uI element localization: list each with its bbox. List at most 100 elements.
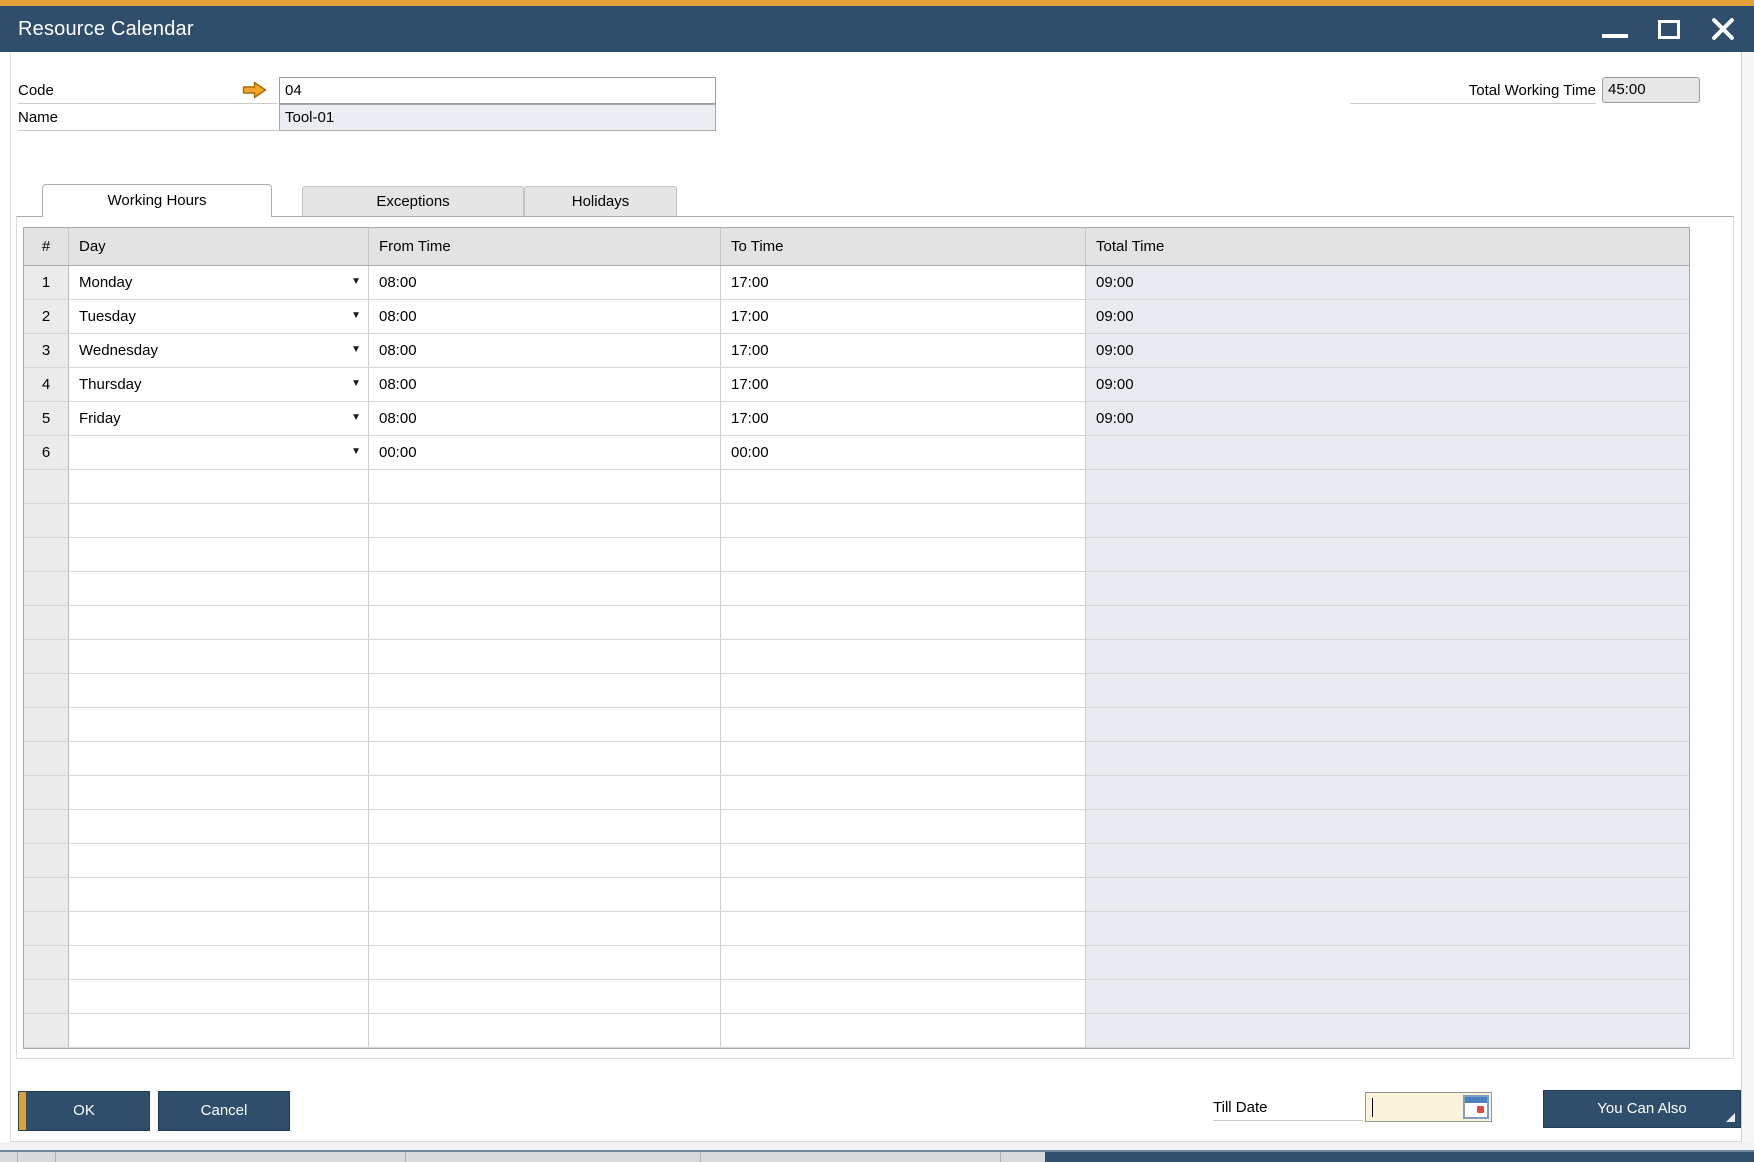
to-cell xyxy=(721,742,1086,776)
column-header-number: # xyxy=(24,228,69,265)
link-arrow-icon[interactable] xyxy=(242,81,267,99)
total-cell: 09:00 xyxy=(1086,368,1689,402)
total-working-time-field: 45:00 xyxy=(1602,77,1700,103)
day-cell xyxy=(69,878,369,912)
from-cell[interactable]: 08:00 xyxy=(369,266,721,300)
table-row xyxy=(24,640,1689,674)
num-cell xyxy=(24,708,69,742)
to-cell[interactable]: 17:00 xyxy=(721,334,1086,368)
close-button[interactable] xyxy=(1708,12,1738,46)
dialog-left-border xyxy=(10,52,11,1141)
ok-button[interactable]: OK xyxy=(18,1091,150,1131)
dropdown-icon[interactable]: ▼ xyxy=(351,266,361,298)
day-cell xyxy=(69,470,369,504)
num-cell: 1 xyxy=(24,266,69,300)
to-cell[interactable]: 17:00 xyxy=(721,300,1086,334)
day-cell xyxy=(69,1014,369,1048)
num-cell xyxy=(24,980,69,1014)
dropdown-icon[interactable]: ▼ xyxy=(351,436,361,468)
background-cell-border xyxy=(1000,1152,1001,1162)
column-header-to-time: To Time xyxy=(721,228,1086,265)
day-cell xyxy=(69,504,369,538)
table-row xyxy=(24,606,1689,640)
dialog-right-margin xyxy=(1742,52,1754,1150)
day-cell xyxy=(69,572,369,606)
from-cell xyxy=(369,1014,721,1048)
from-cell xyxy=(369,742,721,776)
day-cell[interactable]: Tuesday▼ xyxy=(69,300,369,334)
day-cell xyxy=(69,946,369,980)
day-cell[interactable]: ▼ xyxy=(69,436,369,470)
calendar-picker-button[interactable] xyxy=(1463,1095,1489,1119)
total-cell: 09:00 xyxy=(1086,266,1689,300)
to-cell xyxy=(721,810,1086,844)
total-cell xyxy=(1086,810,1689,844)
num-cell xyxy=(24,470,69,504)
total-cell xyxy=(1086,776,1689,810)
maximize-button[interactable] xyxy=(1654,12,1684,46)
day-cell[interactable]: Wednesday▼ xyxy=(69,334,369,368)
tab-holidays[interactable]: Holidays xyxy=(524,186,677,216)
tab-exceptions[interactable]: Exceptions xyxy=(302,186,524,216)
dropdown-icon[interactable]: ▼ xyxy=(351,334,361,366)
day-cell[interactable]: Thursday▼ xyxy=(69,368,369,402)
tab-working-hours[interactable]: Working Hours xyxy=(42,184,272,217)
day-cell xyxy=(69,606,369,640)
background-cell-border xyxy=(17,1152,18,1162)
day-cell xyxy=(69,912,369,946)
to-cell xyxy=(721,640,1086,674)
total-cell xyxy=(1086,980,1689,1014)
to-cell[interactable]: 00:00 xyxy=(721,436,1086,470)
to-cell xyxy=(721,538,1086,572)
table-row: 3Wednesday▼08:0017:0009:00 xyxy=(24,334,1689,368)
window-controls xyxy=(1600,6,1738,52)
table-row: 2Tuesday▼08:0017:0009:00 xyxy=(24,300,1689,334)
total-cell xyxy=(1086,844,1689,878)
from-cell[interactable]: 08:00 xyxy=(369,368,721,402)
dropdown-icon[interactable]: ▼ xyxy=(351,300,361,332)
from-cell[interactable]: 08:00 xyxy=(369,402,721,436)
table-row xyxy=(24,810,1689,844)
to-cell xyxy=(721,674,1086,708)
name-input[interactable]: Tool-01 xyxy=(279,104,716,131)
minimize-button[interactable] xyxy=(1600,12,1630,46)
to-cell[interactable]: 17:00 xyxy=(721,402,1086,436)
table-row xyxy=(24,776,1689,810)
day-cell xyxy=(69,742,369,776)
total-cell xyxy=(1086,606,1689,640)
to-cell xyxy=(721,572,1086,606)
from-cell xyxy=(369,980,721,1014)
day-cell[interactable]: Monday▼ xyxy=(69,266,369,300)
from-cell xyxy=(369,912,721,946)
background-cell-border xyxy=(405,1152,406,1162)
num-cell: 6 xyxy=(24,436,69,470)
cancel-button[interactable]: Cancel xyxy=(158,1091,290,1131)
till-date-input[interactable] xyxy=(1365,1092,1492,1122)
code-label: Code xyxy=(18,79,278,104)
dialog-bottom-margin xyxy=(0,1142,1754,1150)
total-working-time-label: Total Working Time xyxy=(1350,79,1596,104)
from-cell[interactable]: 00:00 xyxy=(369,436,721,470)
num-cell xyxy=(24,572,69,606)
from-cell[interactable]: 08:00 xyxy=(369,334,721,368)
dropdown-icon[interactable]: ▼ xyxy=(351,368,361,400)
table-row xyxy=(24,504,1689,538)
table-row: 4Thursday▼08:0017:0009:00 xyxy=(24,368,1689,402)
total-cell xyxy=(1086,674,1689,708)
to-cell[interactable]: 17:00 xyxy=(721,368,1086,402)
from-cell xyxy=(369,606,721,640)
to-cell[interactable]: 17:00 xyxy=(721,266,1086,300)
you-can-also-button[interactable]: You Can Also xyxy=(1543,1090,1741,1128)
table-row: 5Friday▼08:0017:0009:00 xyxy=(24,402,1689,436)
from-cell xyxy=(369,708,721,742)
table-row xyxy=(24,708,1689,742)
table-row: 6▼00:0000:00 xyxy=(24,436,1689,470)
to-cell xyxy=(721,1014,1086,1048)
dropdown-icon[interactable]: ▼ xyxy=(351,402,361,434)
to-cell xyxy=(721,844,1086,878)
code-input[interactable]: 04 xyxy=(279,77,716,104)
from-cell xyxy=(369,878,721,912)
from-cell[interactable]: 08:00 xyxy=(369,300,721,334)
day-cell[interactable]: Friday▼ xyxy=(69,402,369,436)
menu-corner-icon xyxy=(1726,1113,1735,1122)
